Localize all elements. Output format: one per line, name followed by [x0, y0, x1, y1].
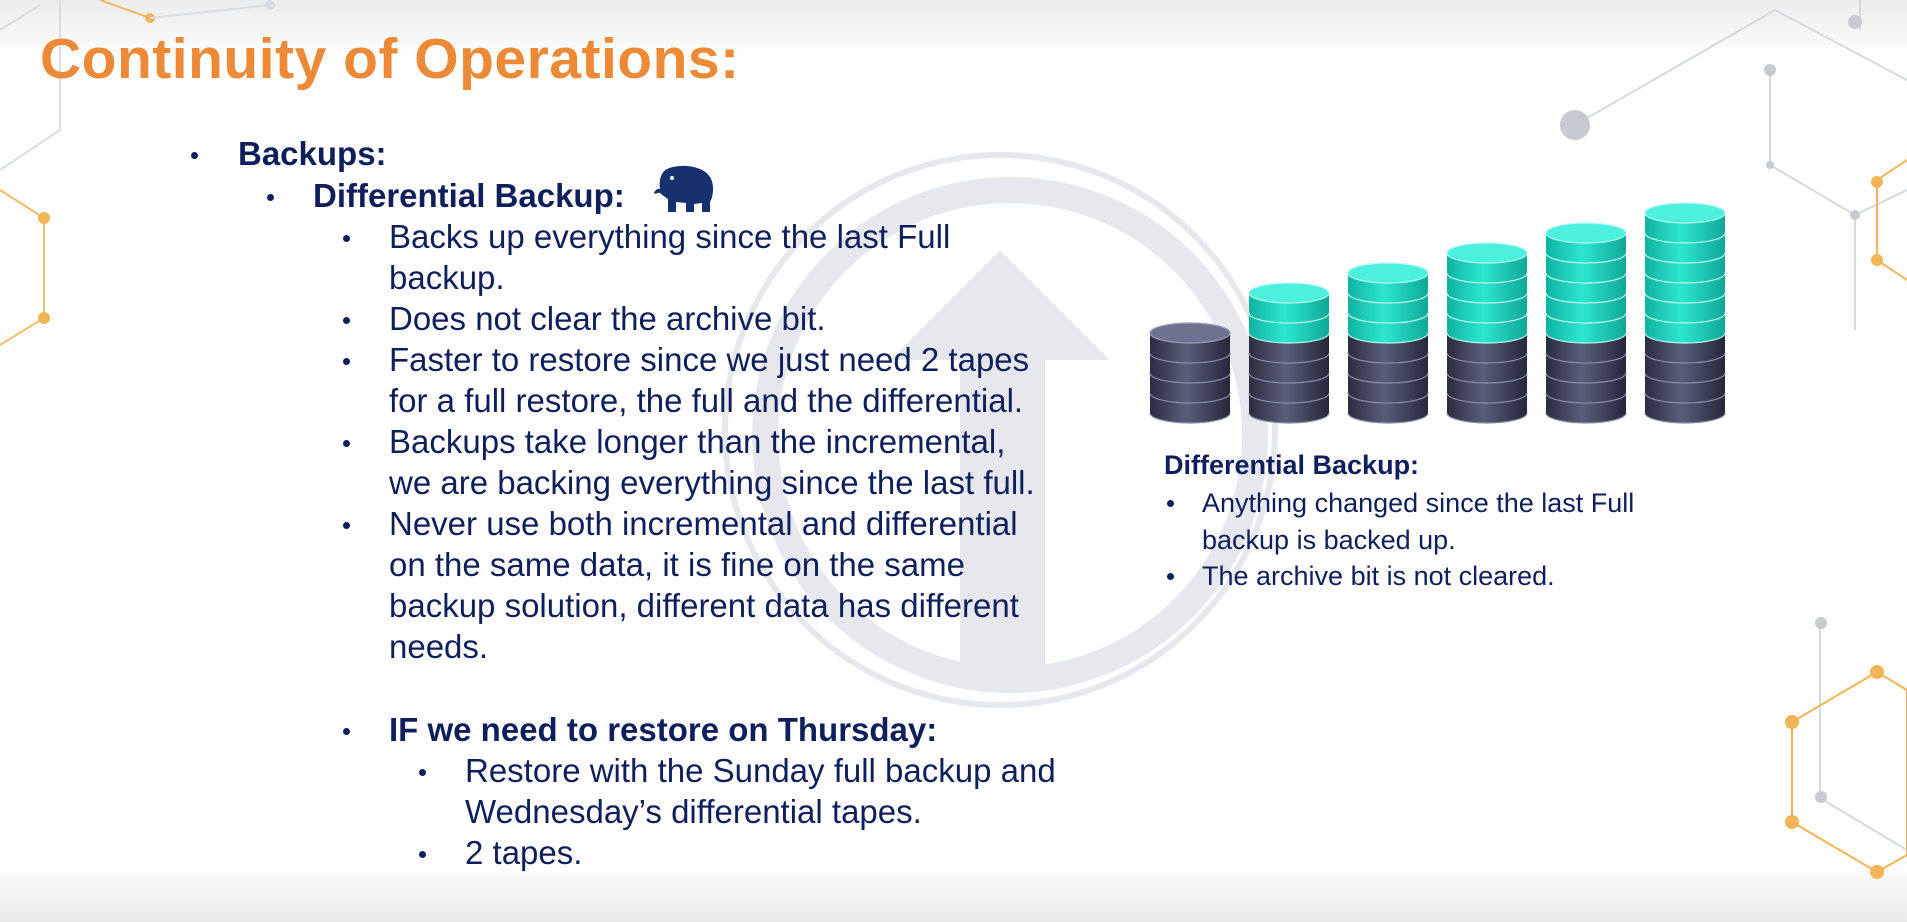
outline-bullet-line: Backups take longer than the incremental… — [389, 423, 1006, 460]
bullet-dot — [343, 440, 350, 447]
outline-bullet-line: we are backing everything since the last… — [389, 464, 1035, 501]
side-panel-bullet-line: The archive bit is not cleared. — [1202, 561, 1555, 591]
scenario-bullet-line: Wednesday’s differential tapes. — [465, 793, 922, 830]
bullet-dot — [343, 317, 350, 324]
bullet-dot — [343, 358, 350, 365]
bullet-dot — [419, 769, 426, 776]
elephant-icon — [654, 165, 714, 212]
bullet-dot — [191, 152, 198, 159]
scenario-bullet-line: Restore with the Sunday full backup and — [465, 752, 1056, 789]
disk-stack-top — [1149, 322, 1231, 344]
outline-bullet-line: backup. — [389, 259, 505, 296]
outline-bullet-line: Backs up everything since the last Full — [389, 218, 951, 255]
outline-bullet-line: Does not clear the archive bit. — [389, 300, 826, 337]
side-panel-heading: Differential Backup: — [1164, 450, 1420, 480]
scenario-bullet-line: 2 tapes. — [465, 834, 583, 871]
disk-stack-top — [1446, 242, 1528, 264]
outline-bullet-line: needs. — [389, 628, 489, 665]
outline-bullet-line: Faster to restore since we just need 2 t… — [389, 341, 1030, 378]
outline-level1: Backups: — [238, 135, 387, 172]
bullet-dot — [343, 235, 350, 242]
disk-stack-top — [1347, 262, 1429, 284]
bullet-dot — [343, 728, 350, 735]
disk-stack-top — [1644, 202, 1726, 224]
disk-stack-top — [1248, 282, 1330, 304]
disk-stack — [1545, 222, 1627, 424]
disk-stack-top — [1545, 222, 1627, 244]
outline-level2: Differential Backup: — [313, 177, 625, 214]
bullet-dot — [1167, 573, 1174, 580]
differential-backup-stacks-illustration — [1149, 202, 1726, 424]
disk-stack — [1149, 322, 1231, 424]
outline-bullet-line: for a full restore, the full and the dif… — [389, 382, 1024, 419]
disk-stack — [1347, 262, 1429, 424]
outline-bullet-line: backup solution, different data has diff… — [389, 587, 1019, 624]
side-panel-bullet-line: Anything changed since the last Full — [1202, 488, 1635, 518]
side-panel-bullet-line: backup is backed up. — [1202, 525, 1456, 555]
bullet-dot — [419, 851, 426, 858]
disk-stack — [1248, 282, 1330, 424]
disk-stack — [1446, 242, 1528, 424]
outline-bullet-line: Never use both incremental and different… — [389, 505, 1018, 542]
scenario-heading: IF we need to restore on Thursday: — [389, 711, 938, 748]
slide-title: Continuity of Operations: — [40, 27, 740, 91]
bullet-dot — [343, 522, 350, 529]
bullet-dot — [267, 194, 274, 201]
outline-bullet-line: on the same data, it is fine on the same — [389, 546, 966, 583]
bullet-dot — [1167, 500, 1174, 507]
disk-stack — [1644, 202, 1726, 424]
